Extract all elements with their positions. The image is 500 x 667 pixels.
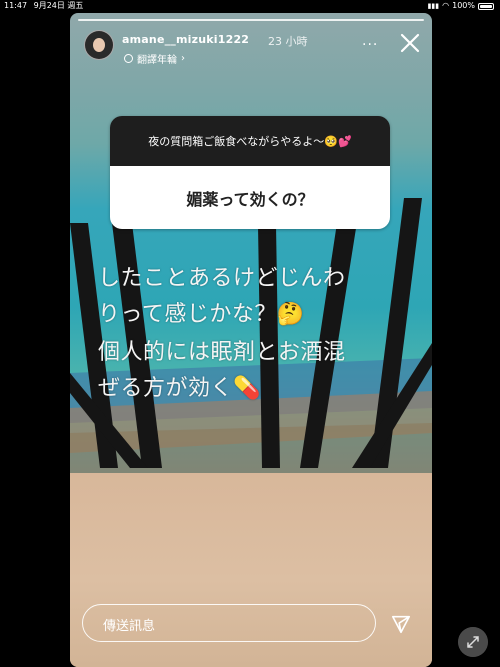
close-icon[interactable] [398, 31, 422, 55]
send-icon[interactable] [390, 613, 412, 635]
story-viewer[interactable]: amane__mizuki1222 23 小時 翻譯年輪 › ··· 夜の質問箱… [70, 13, 432, 667]
status-date: 9月24日 週五 [33, 1, 84, 10]
answer-line-1: したことあるけどじんわ [98, 266, 346, 291]
translate-link[interactable]: 翻譯年輪 › [124, 51, 185, 66]
status-right: ▮▮▮ ◠ 100% [428, 0, 494, 12]
avatar[interactable] [84, 30, 114, 60]
status-time: 11:47 [4, 1, 28, 10]
message-input-placeholder: 傳送訊息 [103, 619, 156, 634]
answer-line-4: ぜる方が効く💊 [98, 376, 261, 401]
story-username[interactable]: amane__mizuki1222 [122, 33, 249, 46]
question-sticker-text: 媚薬って効くの？ [110, 166, 390, 229]
story-time-ago: 23 小時 [268, 35, 308, 48]
question-sticker[interactable]: 夜の質問箱ご飯食べながらやるよ〜🥺💕 媚薬って効くの？ [110, 116, 390, 229]
battery-icon [478, 2, 494, 10]
rotate-icon[interactable] [458, 627, 488, 657]
question-sticker-header: 夜の質問箱ご飯食べながらやるよ〜🥺💕 [110, 116, 390, 166]
chat-bubble-icon [124, 54, 133, 63]
chevron-right-icon: › [181, 53, 185, 64]
status-time-date: 11:47 9月24日 週五 [4, 0, 83, 12]
answer-line-2: りって感じかな？🤔 [98, 302, 305, 327]
message-input[interactable]: 傳送訊息 [82, 604, 376, 642]
battery-percent: 100% [452, 1, 475, 10]
story-progress-bar [78, 19, 424, 21]
more-button[interactable]: ··· [362, 37, 378, 53]
answer-line-3: 個人的には眠剤とお酒混 [98, 340, 346, 365]
translate-label: 翻譯年輪 [137, 55, 177, 66]
status-bar: 11:47 9月24日 週五 ▮▮▮ ◠ 100% [0, 0, 500, 12]
wifi-icon: ◠ [442, 1, 450, 10]
signal-icon: ▮▮▮ [427, 2, 440, 10]
